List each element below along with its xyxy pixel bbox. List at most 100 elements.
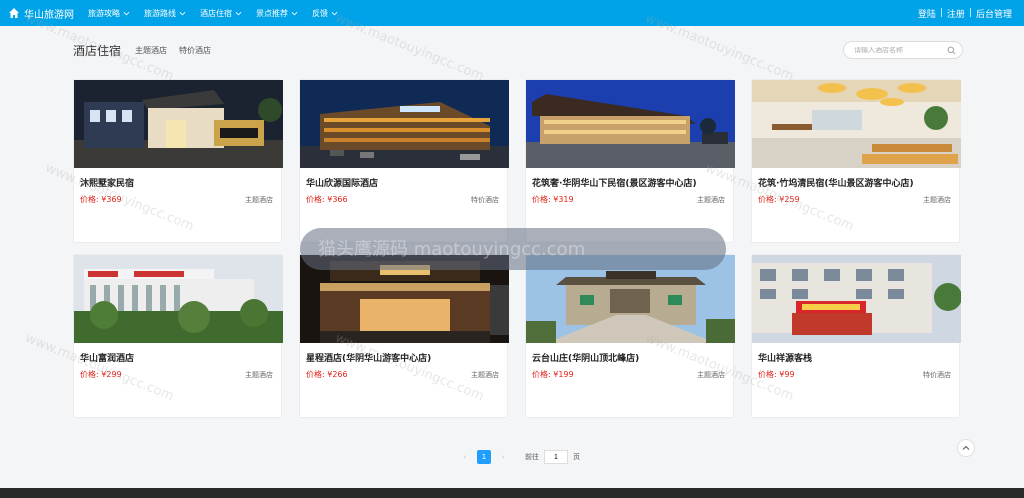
hotel-photo-image [526, 80, 735, 168]
price-value: 369 [106, 195, 122, 204]
search-box [843, 41, 963, 59]
hotel-price: 价格: ¥259 [758, 194, 800, 205]
goto-page-input[interactable] [544, 450, 568, 464]
separator: | [968, 8, 972, 18]
hotel-name: 沐熙墅家民宿 [80, 179, 135, 189]
price-prefix: 价格: ¥ [306, 370, 333, 379]
tab-discount-hotels[interactable]: 特价酒店 [179, 45, 211, 56]
tab-theme-hotels[interactable]: 主题酒店 [135, 45, 167, 56]
admin-link[interactable]: 后台管理 [976, 7, 1012, 20]
hotel-name: 云台山庄(华阴山顶北峰店) [532, 354, 640, 364]
page-button-1[interactable]: 1 [477, 450, 491, 464]
main-nav: 旅游攻略 旅游路线 酒店住宿 景点推荐 反馈 [82, 0, 346, 26]
nav-item-feedback[interactable]: 反馈 [306, 0, 346, 26]
chevron-up-icon [962, 445, 970, 450]
search-input[interactable] [854, 46, 947, 54]
hotel-photo-image [74, 255, 283, 343]
chevron-down-icon [291, 11, 298, 15]
watermark-banner-text: 猫头鹰源码 maotouyingcc.com [318, 239, 586, 260]
home-icon [9, 8, 19, 18]
hotel-type: 主题酒店 [697, 370, 725, 379]
hotel-price: 价格: ¥366 [306, 194, 348, 205]
hotel-type: 特价酒店 [923, 370, 951, 379]
price-value: 266 [332, 370, 348, 379]
price-value: 99 [784, 370, 795, 379]
hotel-card[interactable]: 云台山庄(华阴山顶北峰店) 价格: ¥199 主题酒店 [525, 254, 735, 418]
nav-label: 景点推荐 [256, 8, 288, 18]
hotel-photo [74, 255, 283, 343]
hotel-price: 价格: ¥319 [532, 194, 574, 205]
hotel-name: 花筑·竹坞清民宿(华山景区游客中心店) [758, 179, 914, 189]
hotel-name: 华山欣源国际酒店 [306, 179, 379, 189]
nav-item-guides[interactable]: 旅游攻略 [82, 0, 138, 26]
hotel-photo [752, 80, 961, 168]
footer-bar [0, 488, 1024, 498]
chevron-down-icon [331, 11, 338, 15]
hotel-card[interactable]: 星程酒店(华阴华山游客中心店) 价格: ¥266 主题酒店 [299, 254, 509, 418]
hotel-photo-image [74, 80, 283, 168]
hotel-photo-image [752, 80, 961, 168]
nav-label: 酒店住宿 [200, 8, 232, 18]
price-prefix: 价格: ¥ [532, 370, 559, 379]
hotel-name: 星程酒店(华阴华山游客中心店) [306, 354, 432, 364]
chevron-down-icon [235, 11, 242, 15]
brand-name: 华山旅游网 [24, 9, 74, 21]
hotel-card[interactable]: 华山欣源国际酒店 价格: ¥366 特价酒店 [299, 79, 509, 243]
hotel-price: 价格: ¥99 [758, 369, 795, 380]
hotel-type: 主题酒店 [923, 195, 951, 204]
hotel-price: 价格: ¥266 [306, 369, 348, 380]
page-title: 酒店住宿 [73, 43, 122, 58]
hotel-price: 价格: ¥199 [532, 369, 574, 380]
back-to-top-button[interactable] [957, 439, 975, 457]
hotel-photo [74, 80, 283, 168]
price-prefix: 价格: ¥ [758, 195, 785, 204]
prev-page-button[interactable]: ‹ [458, 450, 472, 464]
chevron-down-icon [179, 11, 186, 15]
next-page-button[interactable]: › [496, 450, 510, 464]
login-link[interactable]: 登陆 [918, 7, 936, 20]
nav-label: 旅游攻略 [88, 8, 120, 18]
price-prefix: 价格: ¥ [758, 370, 785, 379]
nav-label: 反馈 [312, 8, 328, 18]
price-prefix: 价格: ¥ [80, 195, 107, 204]
goto-label: 前往 [525, 453, 539, 461]
hotel-card[interactable]: 华山富润酒店 价格: ¥299 主题酒店 [73, 254, 283, 418]
hotel-type: 主题酒店 [697, 195, 725, 204]
page-unit-label: 页 [573, 453, 580, 461]
hotel-price: 价格: ¥299 [80, 369, 122, 380]
price-prefix: 价格: ¥ [80, 370, 107, 379]
price-value: 299 [106, 370, 122, 379]
hotel-card[interactable]: 沐熙墅家民宿 价格: ¥369 主题酒店 [73, 79, 283, 243]
brand[interactable]: 华山旅游网 [0, 0, 82, 26]
nav-label: 旅游路线 [144, 8, 176, 18]
hotel-card[interactable]: 花筑·竹坞清民宿(华山景区游客中心店) 价格: ¥259 主题酒店 [751, 79, 961, 243]
price-value: 259 [784, 195, 800, 204]
hotel-price: 价格: ¥369 [80, 194, 122, 205]
hotel-name: 华山祥源客栈 [758, 354, 813, 364]
nav-item-hotels[interactable]: 酒店住宿 [194, 0, 250, 26]
price-value: 366 [332, 195, 348, 204]
goto-page: 前往 页 [525, 450, 580, 464]
hotel-photo [752, 255, 961, 343]
hotel-photo-image [300, 80, 509, 168]
top-nav-bar: 华山旅游网 旅游攻略 旅游路线 酒店住宿 景点推荐 反馈 登陆 | 注册 | 后… [0, 0, 1024, 26]
section-header: 酒店住宿 主题酒店 特价酒店 [73, 40, 963, 60]
hotel-type: 特价酒店 [471, 195, 499, 204]
nav-item-attractions[interactable]: 景点推荐 [250, 0, 306, 26]
hotel-card[interactable]: 花筑奢·华阴华山下民宿(景区游客中心店) 价格: ¥319 主题酒店 [525, 79, 735, 243]
nav-item-routes[interactable]: 旅游路线 [138, 0, 194, 26]
hotel-photo [300, 80, 509, 168]
price-prefix: 价格: ¥ [532, 195, 559, 204]
chevron-down-icon [123, 11, 130, 15]
hotel-card[interactable]: 华山祥源客栈 价格: ¥99 特价酒店 [751, 254, 961, 418]
register-link[interactable]: 注册 [947, 7, 965, 20]
pagination: ‹ 1 › 前往 页 [458, 450, 580, 464]
price-prefix: 价格: ¥ [306, 195, 333, 204]
hotel-photo [526, 80, 735, 168]
hotel-type: 主题酒店 [245, 370, 273, 379]
price-value: 199 [558, 370, 574, 379]
hotel-type: 主题酒店 [471, 370, 499, 379]
search-icon[interactable] [947, 46, 956, 55]
price-value: 319 [558, 195, 574, 204]
hotel-type: 主题酒店 [245, 195, 273, 204]
